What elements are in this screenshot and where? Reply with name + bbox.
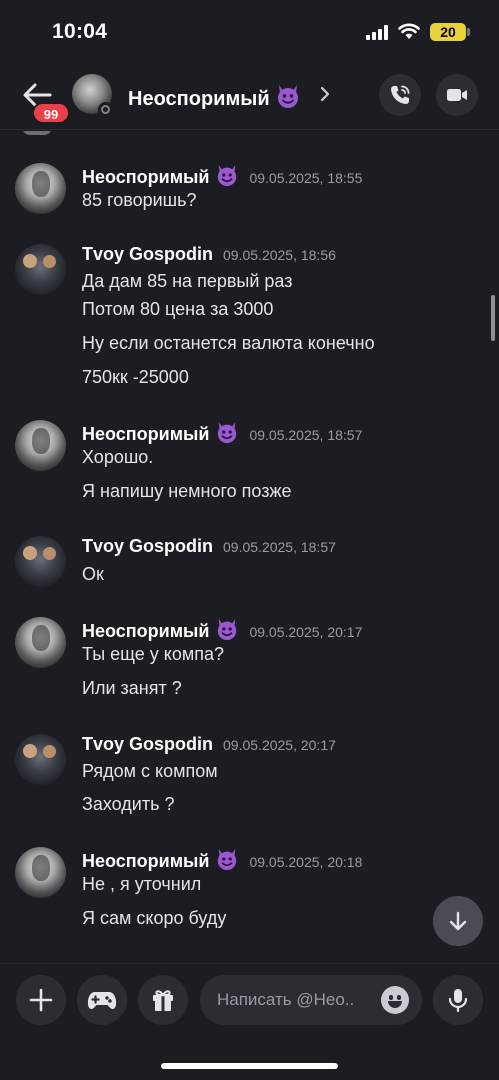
message-meta: Неоспоримый 09.05.2025, 18:55	[82, 163, 362, 187]
timestamp: 09.05.2025, 18:57	[223, 539, 336, 555]
message-text: Не , я уточнил	[82, 874, 202, 894]
message-text: Ну если останется валюта конечно	[82, 333, 375, 353]
unread-badge: 99	[32, 102, 70, 124]
avatar[interactable]	[15, 734, 66, 785]
smiling-imp-emoji-icon	[218, 618, 237, 641]
video-call-button[interactable]	[436, 74, 478, 116]
activities-button[interactable]	[77, 975, 127, 1025]
message-meta: Неоспоримый 09.05.2025, 20:17	[82, 617, 362, 641]
avatar[interactable]	[15, 847, 66, 898]
message-text: Я напишу немного позже	[82, 481, 292, 501]
smiling-imp-emoji-icon	[218, 421, 237, 444]
smiling-imp-emoji-icon	[218, 848, 237, 871]
author-name[interactable]: Неоспоримый	[82, 424, 209, 444]
home-indicator[interactable]	[161, 1063, 338, 1069]
message-text: Или занят ?	[82, 678, 182, 698]
timestamp: 09.05.2025, 18:57	[249, 427, 363, 443]
message-meta: Tvoy Gospodin 09.05.2025, 18:56	[82, 244, 336, 268]
author-name[interactable]: Неоспоримый	[82, 167, 209, 187]
chat-title-text: Неоспоримый	[128, 88, 270, 110]
battery-icon: 20	[430, 23, 466, 41]
voice-call-button[interactable]	[379, 74, 421, 116]
message-text: Я сам скоро буду	[82, 908, 227, 928]
message-text: Заходить ?	[82, 794, 175, 814]
arrow-down-icon	[449, 911, 467, 931]
timestamp: 09.05.2025, 18:55	[249, 170, 363, 186]
avatar[interactable]	[15, 420, 66, 471]
message-meta: Tvoy Gospodin 09.05.2025, 18:57	[82, 536, 336, 560]
message-text: Ок	[82, 564, 104, 584]
message-text: Рядом с компом	[82, 761, 218, 781]
message-text: Потом 80 цена за 3000	[82, 299, 274, 319]
author-name[interactable]: Неоспоримый	[82, 851, 209, 871]
gift-button[interactable]	[138, 975, 188, 1025]
author-name[interactable]: Tvoy Gospodin	[82, 536, 213, 556]
wifi-icon	[398, 23, 420, 39]
smile-icon[interactable]	[381, 986, 409, 1014]
battery-tip	[467, 28, 470, 36]
message-meta: Неоспоримый 09.05.2025, 20:18	[82, 847, 362, 871]
chevron-right-icon[interactable]	[318, 84, 332, 104]
timestamp: 09.05.2025, 20:17	[249, 624, 363, 640]
voice-message-button[interactable]	[433, 975, 483, 1025]
avatar[interactable]	[15, 617, 66, 668]
message-text: Да дам 85 на первый раз	[82, 271, 293, 291]
message-text: Ты еще у компа?	[82, 644, 225, 664]
message-text: 750кк -25000	[82, 367, 189, 387]
timestamp: 09.05.2025, 20:18	[249, 854, 363, 870]
status-time: 10:04	[52, 20, 108, 43]
chat-header: 99 Неоспоримый	[0, 66, 499, 130]
video-camera-icon	[447, 89, 467, 101]
chat-title[interactable]: Неоспоримый	[128, 83, 301, 111]
jump-to-bottom-button[interactable]	[433, 896, 483, 946]
add-attachment-button[interactable]	[16, 975, 66, 1025]
status-bar: 10:04 20	[0, 0, 499, 66]
timestamp: 09.05.2025, 20:17	[223, 737, 336, 753]
message-input[interactable]	[217, 975, 377, 1025]
message-text: Хорошо.	[82, 447, 154, 467]
avatar[interactable]	[15, 163, 66, 214]
avatar[interactable]	[15, 244, 66, 295]
message-meta: Неоспоримый 09.05.2025, 18:57	[82, 420, 362, 444]
message-text: 85 говоришь?	[82, 190, 197, 210]
plus-icon	[29, 988, 53, 1012]
scrollbar[interactable]	[491, 295, 495, 341]
status-offline-icon	[98, 102, 113, 117]
gamepad-icon	[87, 992, 117, 1009]
author-name[interactable]: Tvoy Gospodin	[82, 244, 213, 264]
message-meta: Tvoy Gospodin 09.05.2025, 20:17	[82, 734, 336, 758]
message-list[interactable]: Неоспоримый 09.05.2025, 18:55 85 говоришь…	[0, 131, 499, 963]
smiling-imp-emoji-icon	[277, 85, 298, 108]
smiling-imp-emoji-icon	[218, 164, 237, 187]
signal-icon	[366, 25, 390, 40]
phone-call-icon	[391, 85, 410, 104]
timestamp: 09.05.2025, 18:56	[223, 247, 336, 263]
avatar[interactable]	[15, 536, 66, 587]
message-input-container[interactable]	[200, 975, 422, 1025]
gift-icon	[153, 990, 173, 1011]
author-name[interactable]: Неоспоримый	[82, 621, 209, 641]
author-name[interactable]: Tvoy Gospodin	[82, 734, 213, 754]
microphone-icon	[448, 989, 468, 1013]
avatar-partial	[22, 131, 52, 135]
